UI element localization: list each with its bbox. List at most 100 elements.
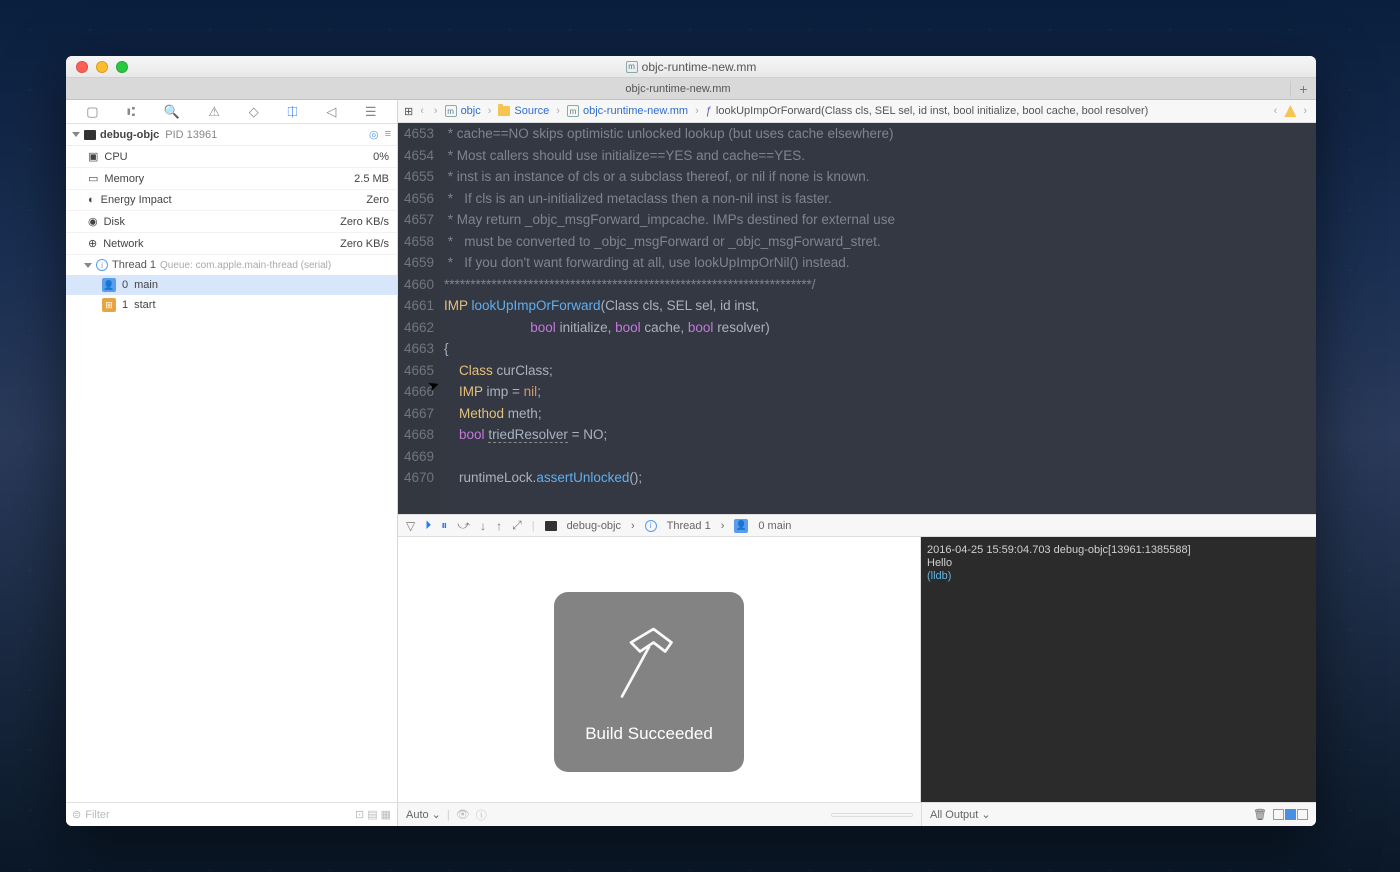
title-text: objc-runtime-new.mm (642, 60, 757, 74)
code-text[interactable]: * cache==NO skips optimistic unlocked lo… (440, 123, 1316, 514)
system-frame-icon: ⊞ (102, 298, 116, 312)
debug-frame[interactable]: 0 main (758, 520, 791, 532)
filter-bar: ⊜ Filter ⊡ ▤ ▦ (66, 802, 397, 826)
related-items-icon[interactable]: ⊞ (404, 105, 413, 118)
memory-row[interactable]: ▭Memory 2.5 MB (66, 168, 397, 190)
search-nav-icon[interactable]: 🔍 (164, 104, 180, 120)
title-bar: m objc-runtime-new.mm (66, 56, 1316, 78)
line-gutter: 4653 4654 4655 4656 4657 4658 4659 4660 … (398, 123, 440, 514)
network-label: Network (103, 238, 143, 250)
prev-issue-icon[interactable]: ‹ (1271, 105, 1281, 117)
debug-thread[interactable]: Thread 1 (667, 520, 711, 532)
user-frame-icon: 👤 (102, 278, 116, 292)
code-editor[interactable]: ➤ 4653 4654 4655 4656 4657 4658 4659 466… (398, 123, 1316, 514)
folder-nav-icon[interactable]: ▢ (86, 104, 98, 120)
stack-frame-1[interactable]: ⊞ 1 start (66, 295, 397, 315)
console-line-1: 2016-04-25 15:59:04.703 debug-objc[13961… (927, 544, 1191, 556)
energy-row[interactable]: ◐Energy Impact Zero (66, 190, 397, 211)
frame-name: main (134, 279, 158, 291)
build-succeeded-toast: Build Succeeded (554, 592, 744, 772)
step-over-icon[interactable]: ⤻ (457, 518, 470, 533)
pid-label: PID 13961 (165, 129, 217, 141)
next-issue-icon[interactable]: › (1300, 105, 1310, 117)
project-icon: m (445, 105, 457, 117)
add-tab-button[interactable]: + (1290, 81, 1316, 97)
info-icon[interactable]: ⓘ (476, 807, 487, 823)
trash-icon[interactable]: 🗑 (1253, 808, 1267, 821)
memory-value: 2.5 MB (354, 173, 389, 185)
jump-project[interactable]: objc (461, 105, 481, 117)
process-header[interactable]: debug-objc PID 13961 ◎ ≡ (66, 124, 397, 146)
network-icon: ⊕ (88, 237, 97, 250)
editor-column: ⊞ ‹ › m objc › Source › m objc-runtime-n… (398, 100, 1316, 826)
window-title: m objc-runtime-new.mm (66, 60, 1316, 74)
navigator-selector: ▢ ⑆ 🔍 ⚠ ◇ ⎅ ◁ ☰ (66, 100, 397, 124)
console-footer: All Output ⌄ 🗑 (921, 803, 1316, 826)
filter-placeholder[interactable]: Filter (85, 809, 109, 821)
warning-icon[interactable] (1284, 105, 1296, 117)
file-icon: m (626, 61, 638, 73)
tab-active[interactable]: objc-runtime-new.mm (66, 83, 1290, 95)
back-icon[interactable]: ‹ (417, 105, 427, 117)
thread-queue: Queue: com.apple.main-thread (serial) (160, 260, 331, 271)
jump-file[interactable]: objc-runtime-new.mm (583, 105, 688, 117)
bottom-bar: Auto ⌄ | 👁 ⓘ All Output ⌄ 🗑 (398, 802, 1316, 826)
auto-scope-selector[interactable]: Auto ⌄ (406, 808, 441, 821)
variables-filter-input[interactable] (831, 813, 913, 817)
target-icon[interactable]: ◎ (369, 128, 379, 141)
thread-row[interactable]: i Thread 1 Queue: com.apple.main-thread … (66, 255, 397, 275)
breakpoints-icon[interactable]: ⏵ (425, 518, 431, 533)
jump-folder[interactable]: Source (514, 105, 549, 117)
user-frame-icon: 👤 (734, 519, 748, 533)
cpu-label: CPU (104, 151, 127, 163)
debug-bar: ▽ ⏵ ⏸ ⤻ ↓ ↑ ⤢ | debug-objc › i Thread 1 … (398, 514, 1316, 537)
disclosure-triangle-icon[interactable] (84, 263, 92, 268)
output-scope-selector[interactable]: All Output ⌄ (930, 808, 991, 821)
terminal-icon (545, 521, 557, 531)
hierarchy-nav-icon[interactable]: ⑆ (127, 104, 135, 119)
tab-bar: objc-runtime-new.mm + (66, 78, 1316, 100)
debug-navigator: ▢ ⑆ 🔍 ⚠ ◇ ⎅ ◁ ☰ debug-objc PID 13961 ◎ ≡ (66, 100, 398, 826)
list-icon[interactable]: ≡ (385, 128, 391, 141)
console-line-2: Hello (927, 557, 952, 569)
disk-row[interactable]: ◉Disk Zero KB/s (66, 211, 397, 233)
view-debug-icon[interactable]: ⤢ (512, 518, 522, 533)
filter-opt-2-icon[interactable]: ▤ (367, 808, 377, 821)
process-name: debug-objc (100, 129, 159, 141)
filter-menu-icon[interactable]: ⊜ (72, 808, 81, 821)
filter-opt-1-icon[interactable]: ⊡ (355, 808, 364, 821)
test-nav-icon[interactable]: ◇ (249, 104, 259, 120)
cpu-row[interactable]: ▣CPU 0% (66, 146, 397, 168)
energy-value: Zero (366, 194, 389, 206)
breakpoint-nav-icon[interactable]: ◁ (326, 104, 336, 120)
disk-icon: ◉ (88, 215, 98, 228)
disk-value: Zero KB/s (340, 216, 389, 228)
function-icon: ƒ (706, 105, 712, 117)
pane-toggle[interactable] (1273, 809, 1308, 820)
continue-icon[interactable]: ⏸ (441, 518, 447, 533)
jump-symbol[interactable]: lookUpImpOrForward(Class cls, SEL sel, i… (716, 105, 1148, 117)
forward-icon[interactable]: › (431, 105, 441, 117)
thread-icon: i (645, 520, 657, 532)
filter-opt-3-icon[interactable]: ▦ (381, 808, 391, 821)
quicklook-icon[interactable]: 👁 (456, 808, 470, 821)
variables-footer: Auto ⌄ | 👁 ⓘ (398, 803, 921, 826)
console-view[interactable]: 2016-04-25 15:59:04.703 debug-objc[13961… (921, 537, 1316, 802)
hide-debug-icon[interactable]: ▽ (406, 519, 415, 533)
terminal-icon (84, 130, 96, 140)
report-nav-icon[interactable]: ☰ (365, 104, 377, 120)
console-prompt: (lldb) (927, 570, 951, 582)
cpu-icon: ▣ (88, 150, 98, 163)
network-row[interactable]: ⊕Network Zero KB/s (66, 233, 397, 255)
warning-nav-icon[interactable]: ⚠ (208, 104, 220, 120)
memory-label: Memory (104, 173, 144, 185)
step-into-icon[interactable]: ↓ (480, 519, 486, 533)
folder-icon (498, 106, 510, 116)
frame-index: 0 (122, 279, 128, 291)
debug-process[interactable]: debug-objc (567, 520, 621, 532)
debug-panes: 2016-04-25 15:59:04.703 debug-objc[13961… (398, 537, 1316, 802)
disclosure-triangle-icon[interactable] (72, 132, 80, 137)
debug-nav-icon[interactable]: ⎅ (287, 104, 297, 120)
step-out-icon[interactable]: ↑ (496, 519, 502, 533)
stack-frame-0[interactable]: 👤 0 main (66, 275, 397, 295)
